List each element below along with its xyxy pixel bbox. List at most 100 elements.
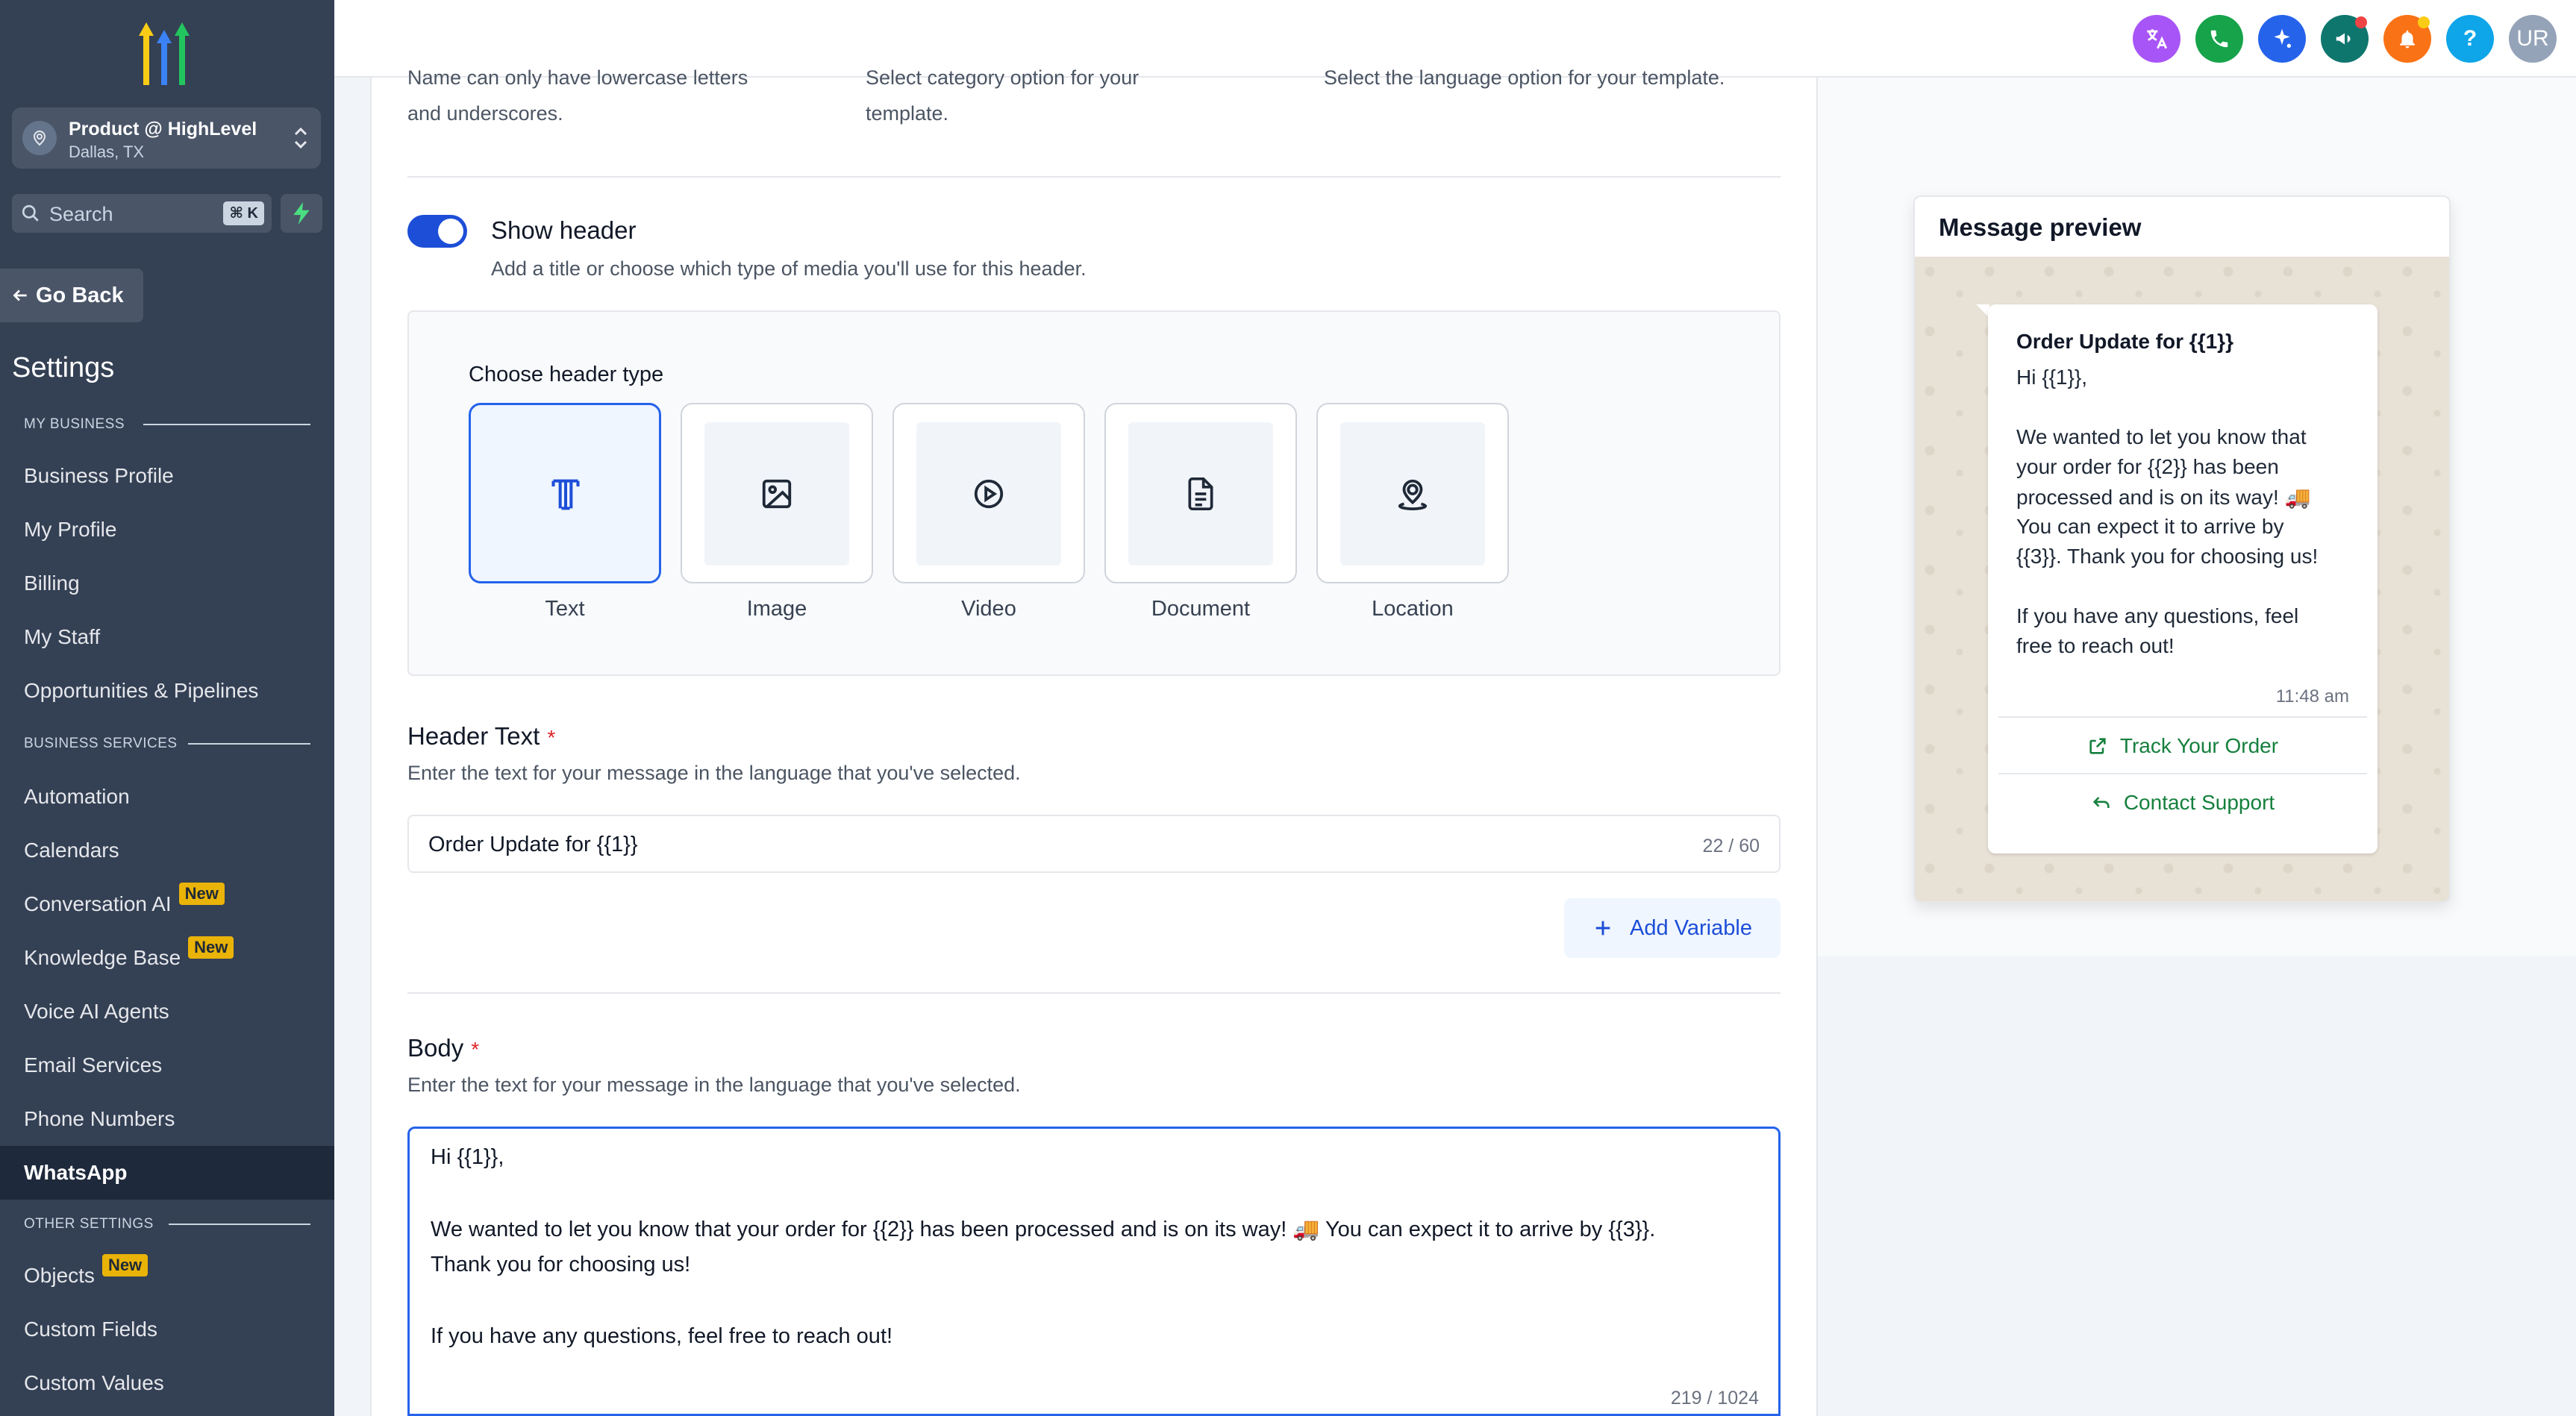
section-business-services: BUSINESS SERVICES (24, 736, 310, 752)
sidebar-item-opportunities[interactable]: Opportunities & Pipelines (24, 679, 258, 703)
user-avatar[interactable]: UR (2509, 15, 2557, 63)
preview-message-bubble: Order Update for {{1}} Hi {{1}}, We want… (1988, 304, 2378, 853)
megaphone-icon[interactable] (2321, 15, 2369, 63)
header-type-image[interactable] (681, 403, 873, 583)
image-icon (762, 479, 792, 509)
search-icon (22, 204, 39, 222)
contact-support-button[interactable]: Contact Support (1998, 776, 2367, 830)
external-link-icon (2089, 738, 2106, 754)
body-textarea[interactable]: Hi {{1}}, We wanted to let you know that… (407, 1127, 1781, 1416)
lightning-icon (293, 202, 310, 225)
quick-action-button[interactable] (281, 194, 322, 233)
account-location: Dallas, TX (69, 142, 145, 161)
location-icon (1398, 479, 1428, 511)
divider (407, 992, 1781, 994)
preview-title: Message preview (1939, 213, 2142, 241)
sidebar-search[interactable]: Search ⌘ K (12, 194, 272, 233)
sidebar-item-custom-values[interactable]: Custom Values (24, 1371, 164, 1395)
header-text-counter: 22 / 60 (1702, 836, 1760, 856)
header-type-location-label: Location (1372, 597, 1454, 621)
body-line: Hi {{1}}, (431, 1145, 504, 1169)
video-play-icon (974, 479, 1004, 509)
show-header-toggle[interactable] (407, 215, 467, 248)
text-type-icon (551, 479, 580, 510)
account-switcher[interactable]: Product @ HighLevel Dallas, TX (12, 107, 321, 169)
sidebar-item-objects[interactable]: Objects New (24, 1254, 149, 1288)
contact-support-label: Contact Support (2123, 791, 2275, 814)
sidebar-item-conversation-ai[interactable]: Conversation AI New (24, 883, 225, 916)
new-badge: New (178, 883, 225, 905)
document-icon (1188, 477, 1213, 510)
preview-line: If you have any questions, feel (2016, 604, 2299, 627)
new-badge: New (188, 936, 234, 959)
sidebar-item-phone-numbers[interactable]: Phone Numbers (24, 1107, 175, 1131)
go-back-label: Go Back (36, 283, 124, 307)
header-type-video-label: Video (961, 597, 1016, 621)
header-type-document[interactable] (1104, 403, 1297, 583)
header-type-image-label: Image (746, 597, 807, 621)
track-order-label: Track Your Order (2119, 734, 2279, 757)
sidebar-item-billing[interactable]: Billing (24, 571, 80, 595)
section-my-business: MY BUSINESS (24, 416, 310, 433)
sidebar-item-business-profile[interactable]: Business Profile (24, 464, 174, 488)
preview-line: Hi {{1}}, (2016, 366, 2087, 389)
header-text-value: Order Update for {{1}} (428, 833, 638, 856)
header-type-text-label: Text (545, 597, 585, 621)
preview-line: You can expect it to arrive by (2016, 515, 2284, 538)
category-hint: Select category option for your template. (866, 66, 1139, 125)
translate-icon[interactable] (2133, 15, 2180, 63)
reply-icon (2092, 797, 2110, 808)
sparkle-icon[interactable] (2258, 15, 2306, 63)
header-text-input[interactable]: Order Update for {{1}} 22 / 60 (407, 815, 1781, 873)
sidebar: Product @ HighLevel Dallas, TX Search ⌘ … (0, 0, 334, 1416)
divider (1998, 716, 2367, 718)
header-type-video[interactable] (892, 403, 1085, 583)
sidebar-item-voice-ai-agents[interactable]: Voice AI Agents (24, 1000, 169, 1024)
body-line: We wanted to let you know that your orde… (431, 1218, 1656, 1241)
track-order-button[interactable]: Track Your Order (1998, 719, 2367, 773)
required-mark: * (547, 726, 556, 749)
header-type-location[interactable] (1316, 403, 1509, 583)
preview-time: 11:48 am (2275, 686, 2349, 707)
divider (407, 176, 1781, 178)
app-logo-icon[interactable] (128, 22, 200, 85)
sidebar-item-email-services[interactable]: Email Services (24, 1053, 162, 1077)
sidebar-item-automation[interactable]: Automation (24, 785, 130, 809)
show-header-label: Show header (491, 216, 637, 244)
add-variable-button[interactable]: Add Variable (1564, 898, 1781, 958)
bell-icon[interactable] (2383, 15, 2431, 63)
header-text-label: Header Text * (407, 722, 556, 750)
preview-line: processed and is on its way! 🚚 (2016, 486, 2311, 509)
body-desc: Enter the text for your message in the l… (407, 1074, 1021, 1096)
header-type-text[interactable] (469, 403, 661, 583)
sidebar-item-my-staff[interactable]: My Staff (24, 625, 100, 649)
divider (1998, 773, 2367, 774)
arrow-left-icon (13, 289, 27, 301)
required-mark: * (471, 1038, 480, 1061)
search-placeholder: Search (49, 203, 113, 225)
preview-line: {{3}}. Thank you for choosing us! (2016, 545, 2319, 568)
phone-icon[interactable] (2195, 15, 2243, 63)
sidebar-item-whatsapp[interactable]: WhatsApp (0, 1146, 334, 1200)
new-badge: New (101, 1254, 149, 1276)
add-variable-label: Add Variable (1630, 915, 1752, 940)
search-shortcut: ⌘ K (223, 201, 264, 225)
help-icon[interactable]: ? (2446, 15, 2494, 63)
sidebar-item-calendars[interactable]: Calendars (24, 839, 119, 862)
preview-line: free to reach out! (2016, 634, 2175, 657)
go-back-button[interactable]: Go Back (0, 269, 143, 322)
preview-line: your order for {{2}} has been (2016, 455, 2279, 478)
account-avatar (22, 121, 57, 155)
choose-header-type-label: Choose header type (469, 363, 664, 386)
plus-icon (1595, 921, 1610, 936)
preview-panel-bg-lower (1818, 956, 2576, 1416)
header-text-desc: Enter the text for your message in the l… (407, 762, 1021, 784)
header-type-document-label: Document (1151, 597, 1251, 621)
settings-title: Settings (12, 352, 115, 383)
sidebar-item-knowledge-base[interactable]: Knowledge Base New (24, 936, 234, 970)
sidebar-item-custom-fields[interactable]: Custom Fields (24, 1318, 157, 1341)
chevron-updown-icon (294, 127, 307, 149)
sidebar-item-my-profile[interactable]: My Profile (24, 518, 116, 542)
body-line: Thank you for choosing us! (431, 1253, 691, 1276)
body-line: If you have any questions, feel free to … (431, 1324, 893, 1348)
